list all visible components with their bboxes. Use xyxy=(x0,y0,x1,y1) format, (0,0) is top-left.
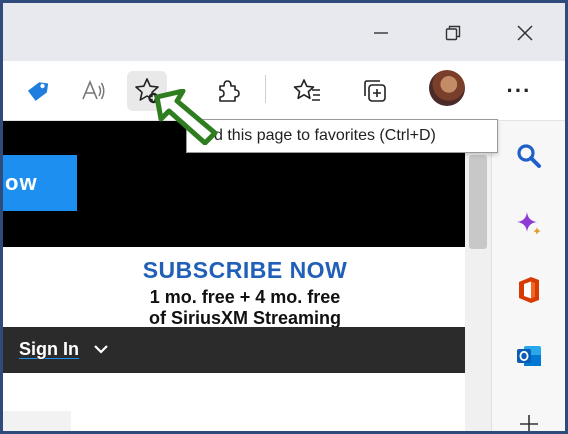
promo-line-2: of SiriusXM Streaming xyxy=(148,308,342,328)
close-button[interactable] xyxy=(497,11,553,55)
sidebar-outlook-button[interactable] xyxy=(510,337,548,375)
chevron-down-icon[interactable] xyxy=(93,341,109,357)
outlook-icon xyxy=(517,346,541,366)
sign-in-link[interactable]: Sign In xyxy=(19,339,79,360)
collections-button[interactable] xyxy=(355,71,395,111)
page-body xyxy=(3,373,465,431)
sidebar-add-button[interactable] xyxy=(510,405,548,431)
restore-icon xyxy=(445,25,461,41)
minimize-icon xyxy=(374,32,388,34)
search-icon xyxy=(517,144,541,168)
close-icon xyxy=(517,25,533,41)
browser-toolbar: ··· xyxy=(3,61,565,121)
web-content: ow SUBSCRIBE NOW 1 mo. free + 4 mo. free… xyxy=(3,121,465,431)
sidebar-copilot-button[interactable] xyxy=(510,205,548,243)
minimize-button[interactable] xyxy=(353,11,409,55)
office-icon xyxy=(519,277,539,303)
sidebar-search-button[interactable] xyxy=(510,137,548,175)
vertical-scrollbar[interactable] xyxy=(465,121,491,431)
toolbar-separator xyxy=(265,75,266,103)
sidebar-office-button[interactable] xyxy=(510,271,548,309)
tooltip-text: d this page to favorites (Ctrl+D) xyxy=(214,127,436,144)
favorites-icon xyxy=(293,79,320,101)
more-button[interactable]: ··· xyxy=(499,71,539,111)
collections-icon xyxy=(364,80,386,102)
content-placeholder xyxy=(3,411,71,431)
read-aloud-button[interactable] xyxy=(73,71,113,111)
promo-title: SUBSCRIBE NOW xyxy=(142,257,348,283)
edge-sidebar xyxy=(491,121,565,431)
add-icon xyxy=(520,415,538,431)
tag-button[interactable] xyxy=(17,71,57,111)
site-navbar: Sign In xyxy=(3,327,465,373)
favorites-button[interactable] xyxy=(287,71,327,111)
read-aloud-icon xyxy=(82,79,105,100)
more-icon: ··· xyxy=(506,78,532,103)
hero-cta-button[interactable]: ow xyxy=(3,155,77,211)
promo-block[interactable]: SUBSCRIBE NOW 1 mo. free + 4 mo. free of… xyxy=(3,247,465,328)
tag-icon xyxy=(27,82,49,101)
restore-button[interactable] xyxy=(425,11,481,55)
browser-window: ··· ow SUBSCRIBE NOW 1 mo. free + 4 mo. … xyxy=(0,0,568,434)
arrow-pointer-icon xyxy=(154,89,218,145)
profile-avatar[interactable] xyxy=(429,70,465,106)
promo-line-1: 1 mo. free + 4 mo. free xyxy=(149,287,341,307)
scroll-thumb[interactable] xyxy=(469,155,487,249)
favorites-tooltip: d this page to favorites (Ctrl+D) xyxy=(186,119,498,153)
copilot-icon xyxy=(517,212,541,235)
title-bar xyxy=(3,3,565,61)
hero-cta-label: ow xyxy=(5,170,38,195)
